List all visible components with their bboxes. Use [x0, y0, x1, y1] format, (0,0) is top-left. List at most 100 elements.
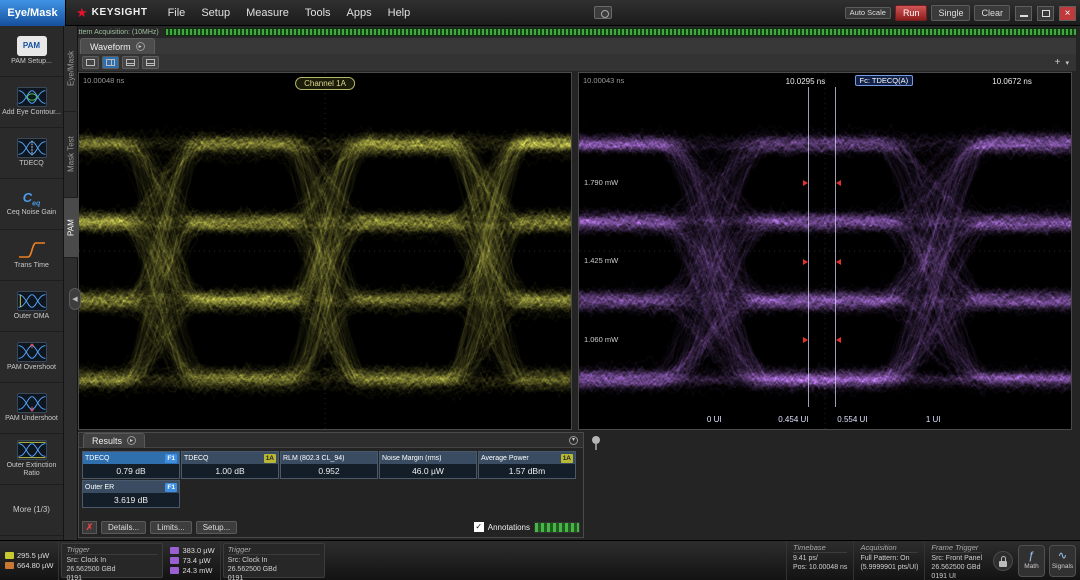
result-cell-tdecq-f1[interactable]: TDECQF1 0.79 dB: [82, 451, 180, 479]
math-button[interactable]: ƒ Math: [1018, 545, 1045, 577]
result-cell-rlm[interactable]: RLM (802.3 CL_94) 0.952: [280, 451, 378, 479]
timebase-position: Pos: 10.00048 ns: [793, 563, 848, 572]
source-badge: F1: [165, 483, 177, 492]
sidebar-item-pam-overshoot[interactable]: PAM Overshoot: [0, 332, 63, 383]
result-cell-average-power[interactable]: Average Power1A 1.57 dBm: [478, 451, 576, 479]
source-badge: F1: [165, 454, 177, 463]
collapse-arrow-icon[interactable]: ◀: [69, 288, 81, 310]
red-marker-icon: [836, 259, 841, 265]
single-button[interactable]: Single: [931, 5, 970, 21]
result-value: 3.619 dB: [83, 493, 179, 507]
trigger-status-block-2[interactable]: Trigger Src: Clock In 26.562500 GBd 0191: [223, 543, 325, 578]
sidebar-item-add-eye-contour[interactable]: Add Eye Contour...: [0, 77, 63, 128]
mode-button-eye-mask[interactable]: Eye/Mask: [0, 0, 66, 26]
play-icon[interactable]: ▸: [136, 42, 145, 51]
tdecq-function-marker-label[interactable]: Fc: TDECQ(A): [855, 75, 914, 86]
run-button[interactable]: Run: [895, 5, 928, 21]
setup-button[interactable]: Setup...: [196, 521, 238, 534]
sidebar-item-tdecq[interactable]: TDECQ: [0, 128, 63, 179]
tab-pam[interactable]: PAM: [64, 198, 78, 258]
menu-file[interactable]: File: [160, 4, 194, 22]
pattern-acquisition-label: Pattern Acquisition: (10MHz): [64, 29, 165, 36]
lock-icon[interactable]: [993, 551, 1013, 571]
menu-tools[interactable]: Tools: [297, 4, 339, 22]
sidebar-item-pam-setup[interactable]: PAM PAM Setup...: [0, 26, 63, 77]
timebase-position-label: 10.00043 ns: [583, 76, 624, 85]
pin-icon[interactable]: [592, 436, 602, 450]
delete-measurement-icon[interactable]: ✗: [82, 521, 97, 534]
sidebar-item-outer-extinction-ratio[interactable]: Outer Extinction Ratio: [0, 434, 63, 485]
restore-window-icon[interactable]: [1037, 6, 1054, 21]
annotations-status-indicator: [534, 522, 580, 533]
eye-panel-channel-1a: 10.00048 ns Channel 1A: [78, 72, 572, 430]
sidebar-item-ceq-noise-gain[interactable]: Ceq Ceq Noise Gain: [0, 179, 63, 230]
menu-setup[interactable]: Setup: [193, 4, 238, 22]
result-cell-noise-margin[interactable]: Noise Margin (rms) 46.0 µW: [379, 451, 477, 479]
screenshot-camera-icon[interactable]: [594, 6, 612, 19]
tab-waveform[interactable]: Waveform ▸: [80, 38, 155, 54]
channel-power-value: 295.5 µW: [17, 551, 49, 560]
sidebar-item-pam-undershoot[interactable]: PAM Undershoot: [0, 383, 63, 434]
menu-apps[interactable]: Apps: [339, 4, 380, 22]
results-tab[interactable]: Results ▸: [83, 433, 145, 448]
layout-split-horizontal-icon[interactable]: [122, 56, 139, 69]
close-icon[interactable]: ×: [1059, 6, 1076, 21]
dropdown-arrow-icon[interactable]: ▾: [1065, 59, 1069, 67]
trigger-pattern: 0191: [66, 574, 158, 580]
play-icon[interactable]: ▸: [127, 436, 136, 445]
result-cell-outer-er[interactable]: Outer ERF1 3.619 dB: [82, 480, 180, 508]
tdecq-window-line-right[interactable]: [835, 87, 836, 407]
function-power-value: 24.3 mW: [182, 566, 212, 575]
channel-chip-icon: [5, 562, 14, 569]
tdecq-window-line-left[interactable]: [808, 87, 809, 407]
frame-trigger-status-block[interactable]: Frame Trigger Src: Front Panel 26.562500…: [924, 541, 988, 580]
clear-button[interactable]: Clear: [974, 5, 1010, 21]
red-marker-icon: [803, 259, 808, 265]
sidebar-item-label: TDECQ: [17, 160, 46, 168]
minimize-icon[interactable]: [1015, 6, 1032, 21]
result-name: RLM (802.3 CL_94): [283, 455, 375, 462]
result-cell-tdecq-1a[interactable]: TDECQ1A 1.00 dB: [181, 451, 279, 479]
function-status-block[interactable]: 383.0 µW 73.4 µW 24.3 mW: [165, 541, 220, 580]
menu-measure[interactable]: Measure: [238, 4, 297, 22]
auto-scale-button[interactable]: Auto Scale: [845, 7, 891, 19]
result-value: 0.79 dB: [83, 464, 179, 478]
sidebar-item-trans-time[interactable]: Trans Time: [0, 230, 63, 281]
red-marker-icon: [836, 180, 841, 186]
brand-name: KEYSIGHT: [92, 7, 148, 18]
channel-1a-status-block[interactable]: 295.5 µW 664.80 µW: [0, 541, 59, 580]
frame-trigger-rate: 26.562500 GBd: [931, 563, 982, 572]
math-icon: ƒ: [1028, 551, 1034, 562]
layout-single-icon[interactable]: [82, 56, 99, 69]
add-display-icon[interactable]: +: [1055, 57, 1061, 68]
menu-help[interactable]: Help: [380, 4, 419, 22]
function-power-value: 73.4 µW: [182, 556, 210, 565]
waveform-tabbar: Waveform ▸: [78, 38, 1076, 54]
chevron-down-icon[interactable]: ▾: [569, 436, 578, 445]
details-button[interactable]: Details...: [101, 521, 146, 534]
pattern-lock-indicator: [165, 28, 1077, 36]
acquisition-status-block[interactable]: Acquisition Full Pattern: On (5.9999901 …: [853, 541, 924, 580]
sidebar-item-outer-oma[interactable]: Outer OMA: [0, 281, 63, 332]
tab-eye-mask[interactable]: Eye/Mask: [64, 26, 78, 112]
results-row-1: TDECQF1 0.79 dB TDECQ1A 1.00 dB RLM (802…: [82, 451, 576, 479]
channel-power-value: 664.80 µW: [17, 561, 53, 570]
layout-split-vertical-icon[interactable]: [102, 56, 119, 69]
result-value: 46.0 µW: [380, 464, 476, 478]
sidebar-item-more[interactable]: More (1/3): [0, 485, 63, 536]
eye-diagram-canvas-purple[interactable]: [579, 73, 1071, 429]
layout-quad-icon[interactable]: [142, 56, 159, 69]
tdecq-icon: [17, 138, 47, 158]
marker-time-right-label: 10.0672 ns: [992, 77, 1032, 86]
limits-button[interactable]: Limits...: [150, 521, 192, 534]
eye-panel-tdecq-function: 10.00043 ns 10.0295 ns Fc: TDECQ(A) 10.0…: [578, 72, 1072, 430]
timebase-status-block[interactable]: Timebase 9.41 ps/ Pos: 10.00048 ns: [786, 541, 854, 580]
trigger-status-block-1[interactable]: Trigger Src: Clock In 26.562500 GBd 0191: [61, 543, 163, 578]
signals-button[interactable]: ∿ Signals: [1049, 545, 1076, 577]
eye-diagram-canvas-yellow[interactable]: [79, 73, 571, 429]
result-name: Noise Margin (rms): [382, 455, 474, 462]
annotations-checkbox[interactable]: ✓: [474, 522, 484, 532]
tab-mask-test[interactable]: Mask Test: [64, 112, 78, 198]
pattern-acquisition-strip: Pattern Acquisition: (10MHz): [64, 26, 1080, 38]
trigger-pattern: 0191: [228, 574, 320, 580]
